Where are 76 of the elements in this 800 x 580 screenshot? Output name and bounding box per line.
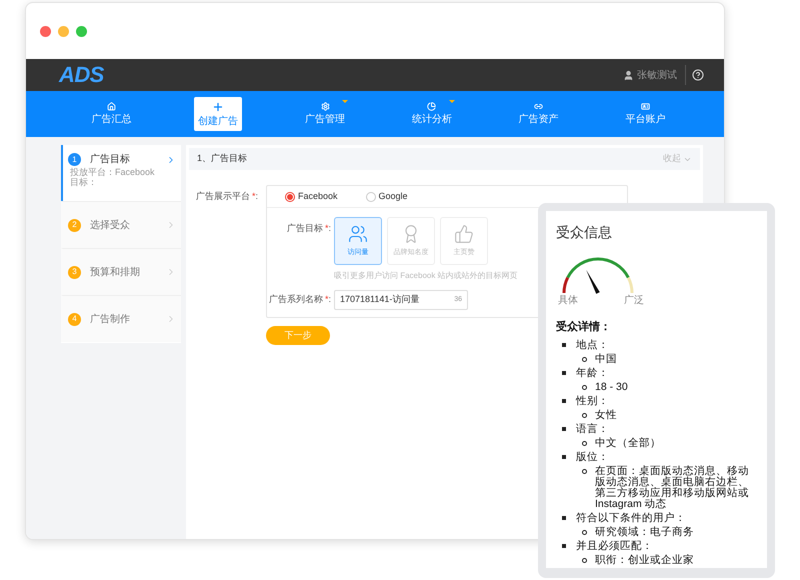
circle-bullet-icon [582, 357, 587, 362]
gauge-label: 具体 [558, 295, 578, 306]
detail-label: 符合以下条件的用户： [576, 511, 686, 525]
detail-value: 中国 [595, 352, 618, 366]
plus-icon [212, 100, 224, 112]
bullet-icon [562, 455, 566, 459]
step-item[interactable]: 2 选择受众 [61, 201, 181, 248]
circle-bullet-icon [582, 469, 587, 474]
user-name[interactable]: 张敏测试 [637, 68, 677, 82]
required-mark: * [324, 223, 328, 233]
bullet-icon [562, 544, 566, 548]
required-mark: * [324, 294, 328, 304]
detail-label: 地点： [576, 338, 609, 352]
step-title: 预算和排期 [90, 266, 140, 280]
help-icon[interactable] [692, 69, 704, 81]
bullet-icon [562, 399, 566, 403]
thumbs-up-icon [454, 224, 474, 244]
people-icon [348, 224, 368, 244]
circle-bullet-icon [582, 558, 587, 563]
bullet-icon [562, 371, 566, 375]
detail-label: 性别： [576, 394, 609, 408]
circle-bullet-icon [582, 385, 587, 390]
field-label: 广告系列名称 *: [268, 293, 331, 306]
step-number: 4 [68, 312, 81, 326]
step-detail: 投放平台：Facebook [70, 167, 156, 177]
detail-value: 在页面：桌面版动态消息、移动版动态消息、桌面电脑右边栏、第三方移动应用和移动版网站或 Instagram 动态 [595, 464, 750, 511]
link-icon [534, 102, 544, 111]
detail-value: 女性 [595, 408, 618, 422]
step-number: 2 [68, 218, 81, 232]
card-title: 受众信息 [556, 223, 613, 241]
field-label: 广告目标 *: [286, 222, 331, 235]
id-card-icon [641, 102, 650, 111]
nav-tab[interactable]: 广告管理 [301, 97, 350, 131]
gauge-label: 广泛 [624, 295, 644, 306]
detail-value: 中文（全部） [595, 436, 662, 450]
step-title: 选择受众 [90, 218, 130, 232]
step-item[interactable]: 3 预算和排期 [61, 248, 181, 295]
section-title: 1、广告目标 [197, 152, 248, 166]
home-icon [106, 102, 116, 111]
details-title: 受众详情： [556, 320, 612, 334]
nav-tab[interactable]: 创建广告 [194, 97, 242, 131]
step-item[interactable]: 4 广告制作 [61, 295, 181, 342]
step-number: 1 [68, 153, 81, 166]
bullet-icon [562, 516, 566, 520]
platform-radio[interactable]: Google [366, 190, 408, 204]
nav-tab[interactable]: 统计分析 [408, 97, 456, 131]
bullet-icon [562, 343, 566, 347]
bullet-icon [562, 427, 566, 431]
dropdown-caret-icon [448, 100, 455, 103]
required-mark: * [252, 191, 256, 201]
detail-value: 职衔：创业或企业家 [595, 553, 695, 567]
step-detail: 目标： [70, 177, 98, 187]
user-icon [623, 70, 634, 80]
platform-radio[interactable]: Facebook [285, 190, 338, 204]
nav-tab[interactable]: 广告资产 [514, 97, 563, 131]
dropdown-caret-icon [342, 100, 348, 103]
detail-value: 18 - 30 [595, 380, 629, 394]
field-label: 广告展示平台 *: [196, 190, 258, 203]
pie-chart-icon [427, 102, 436, 111]
step-title: 广告制作 [90, 312, 130, 326]
detail-label: 语言： [576, 422, 609, 436]
circle-bullet-icon [582, 530, 587, 535]
detail-label: 年龄： [576, 366, 609, 380]
gear-icon [320, 102, 330, 111]
detail-label: 并且必须匹配： [576, 539, 653, 553]
objective-hint: 吸引更多用户访问 Facebook 站内或站外的目标网页 [334, 270, 518, 282]
detail-value: 研究领域：电子商务 [595, 525, 695, 539]
circle-bullet-icon [582, 441, 587, 446]
logo: ADS [59, 64, 104, 86]
nav-tab[interactable]: 平台账户 [622, 97, 670, 131]
nav-tab[interactable]: 广告汇总 [87, 97, 136, 131]
step-title: 广告目标 [90, 152, 130, 167]
next-button[interactable]: 下一步 [266, 326, 330, 345]
detail-label: 版位： [576, 450, 609, 464]
step-number: 3 [68, 266, 81, 278]
circle-bullet-icon [582, 413, 587, 418]
